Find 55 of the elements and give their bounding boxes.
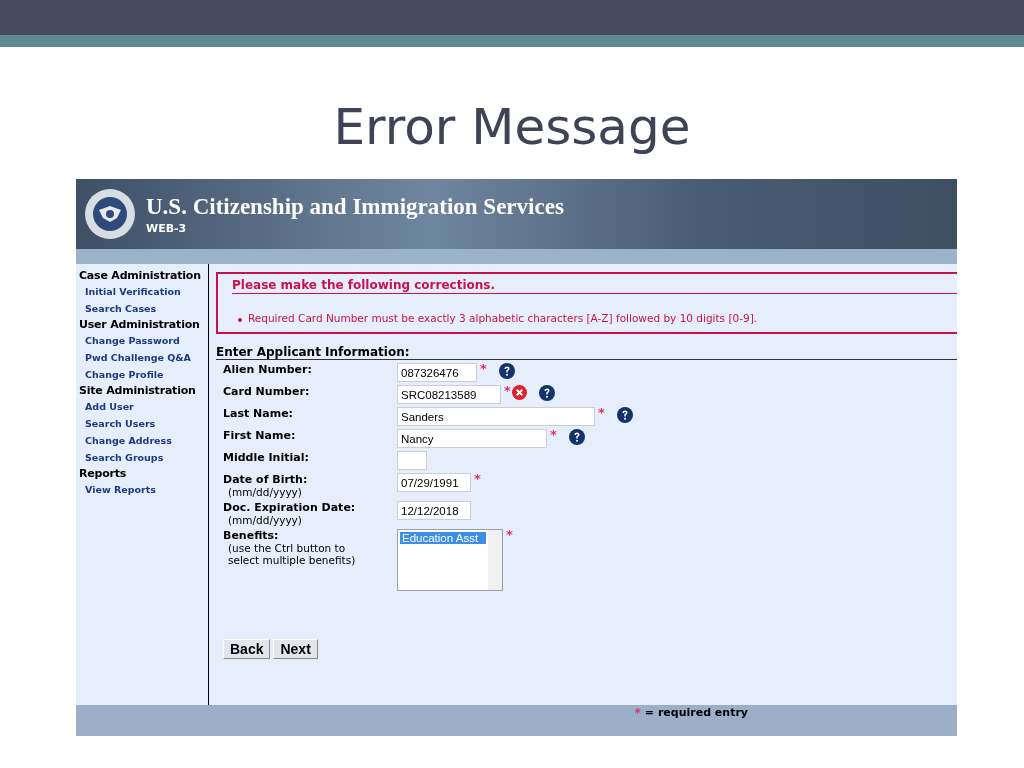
- sidebar-heading: User Administration: [78, 317, 201, 332]
- required-mark: *: [598, 407, 605, 419]
- text-field[interactable]: 087326476: [397, 363, 477, 382]
- field-label: Middle Initial:: [223, 451, 310, 464]
- field-label: First Name:: [223, 429, 297, 442]
- help-icon[interactable]: [538, 385, 555, 401]
- sidebar-link[interactable]: Pwd Challenge Q&A: [76, 349, 208, 366]
- sidebar-link[interactable]: Search Cases: [76, 300, 208, 317]
- text-field[interactable]: 07/29/1991: [397, 473, 471, 492]
- sidebar-heading: Reports: [78, 466, 128, 481]
- sidebar-link[interactable]: Change Password: [76, 332, 208, 349]
- sidebar-link[interactable]: Initial Verification: [76, 283, 208, 300]
- field-hint: (use the Ctrl button to select multiple benefits): [227, 542, 357, 566]
- footer-note: = required entry: [644, 706, 748, 719]
- banner-title: U.S. Citizenship and Immigration Services: [146, 193, 564, 220]
- error-message: Required Card Number must be exactly 3 alphabetic characters [A-Z] followed by 10 digits [0-9].: [248, 312, 758, 324]
- required-mark: *: [634, 706, 641, 720]
- form-title: Enter Applicant Information:: [216, 345, 957, 360]
- text-field[interactable]: Nancy: [397, 429, 547, 448]
- text-field[interactable]: Sanders: [397, 407, 595, 426]
- required-mark: *: [474, 473, 481, 485]
- sidebar-link[interactable]: Search Users: [76, 415, 208, 432]
- required-mark: *: [504, 385, 511, 397]
- field-label: Card Number:: [223, 385, 311, 398]
- sidebar-heading: Case Administration: [78, 268, 202, 283]
- field-label: Benefits:: [223, 529, 280, 542]
- scrollbar[interactable]: [488, 530, 502, 590]
- help-icon[interactable]: [616, 407, 633, 423]
- help-icon[interactable]: [498, 363, 515, 379]
- error-title: Please make the following corrections.: [232, 278, 957, 294]
- sidebar-link[interactable]: Change Profile: [76, 366, 208, 383]
- text-field[interactable]: SRC08213589: [397, 385, 501, 404]
- nav-button[interactable]: Next: [273, 639, 318, 659]
- sidebar-heading: Site Administration: [78, 383, 197, 398]
- field-hint: (mm/dd/yyyy): [227, 514, 303, 526]
- seal-icon: [84, 188, 136, 240]
- banner-subtitle: WEB-3: [146, 221, 188, 235]
- sidebar-link[interactable]: Search Groups: [76, 449, 208, 466]
- help-icon[interactable]: [568, 429, 585, 445]
- field-label: Doc. Expiration Date:: [223, 501, 357, 514]
- field-label: Alien Number:: [223, 363, 313, 376]
- field-label: Last Name:: [223, 407, 295, 420]
- required-mark: *: [480, 363, 487, 375]
- nav-button[interactable]: Back: [223, 639, 271, 659]
- required-mark: *: [550, 429, 557, 441]
- slide-title: Error Message: [332, 97, 692, 157]
- sidebar-link[interactable]: Add User: [76, 398, 208, 415]
- field-label: Date of Birth:: [223, 473, 309, 486]
- required-mark: *: [506, 529, 513, 541]
- bullet-icon: [238, 318, 242, 322]
- text-field[interactable]: 12/12/2018: [397, 501, 471, 520]
- field-hint: (mm/dd/yyyy): [227, 486, 303, 498]
- text-field[interactable]: [397, 451, 427, 470]
- sidebar-link[interactable]: Change Address: [76, 432, 208, 449]
- sidebar-link[interactable]: View Reports: [76, 481, 208, 498]
